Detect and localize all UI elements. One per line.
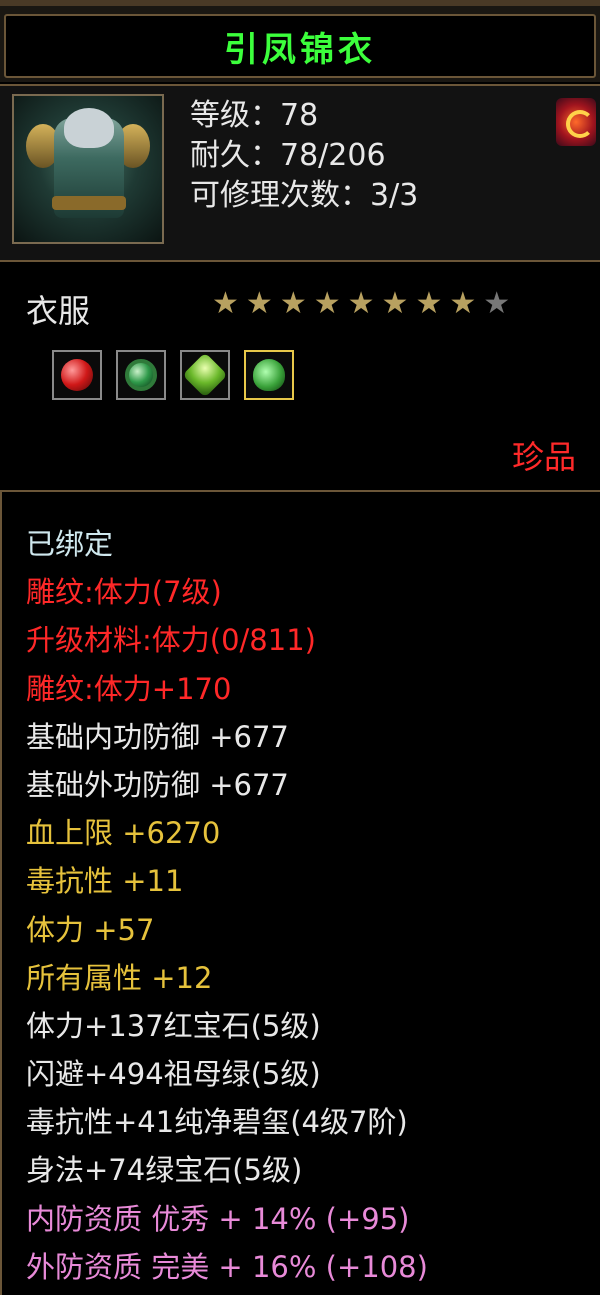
- attribute-list: 已绑定 雕纹:体力(7级) 升级材料:体力(0/811) 雕纹:体力+170 基…: [26, 520, 428, 1291]
- hp-max-bonus: 血上限 +6270: [26, 816, 221, 851]
- upgrade-material: 升级材料:体力(0/811): [26, 623, 316, 658]
- star-filled-icon: ★: [245, 286, 273, 321]
- red-gem-icon[interactable]: [52, 350, 102, 400]
- gem-ruby-line: 体力+137红宝石(5级): [26, 1008, 321, 1043]
- star-filled-icon: ★: [449, 286, 477, 321]
- base-outer-defense: 基础外功防御 +677: [26, 767, 289, 802]
- star-filled-icon: ★: [313, 286, 341, 321]
- star-filled-icon: ★: [415, 286, 443, 321]
- green-gem-icon[interactable]: [180, 350, 230, 400]
- all-attributes-bonus: 所有属性 +12: [26, 960, 213, 995]
- stamina-bonus: 体力 +57: [26, 912, 155, 947]
- armor-collar-shape: [64, 108, 114, 148]
- emerald-gem-icon[interactable]: [244, 350, 294, 400]
- gem-emerald-line: 闪避+494祖母绿(5级): [26, 1057, 321, 1092]
- item-stats: 等级：78 耐久：78/206 可修理次数：3/3: [190, 96, 418, 216]
- item-name: 引凤锦衣: [224, 30, 376, 70]
- star-filled-icon: ★: [212, 286, 239, 321]
- gem-sockets: [52, 350, 294, 400]
- item-durability: 耐久：78/206: [190, 138, 386, 173]
- star-filled-icon: ★: [279, 286, 307, 321]
- bound-status: 已绑定: [26, 527, 114, 561]
- item-level: 等级：78: [190, 98, 319, 133]
- gem-green-line: 身法+74绿宝石(5级): [26, 1153, 303, 1188]
- star-filled-icon: ★: [381, 286, 409, 321]
- inner-defense-quality: 内防资质 优秀 + 14% (+95): [26, 1201, 410, 1236]
- item-repair-count: 可修理次数：3/3: [190, 178, 419, 213]
- jade-ring-gem-icon[interactable]: [116, 350, 166, 400]
- star-filled-icon: ★: [347, 286, 375, 321]
- star-empty-icon: ★: [483, 286, 511, 321]
- outer-defense-quality: 外防资质 完美 + 16% (+108): [26, 1249, 428, 1284]
- armor-item-icon: [12, 94, 164, 244]
- armor-belt-shape: [52, 196, 126, 210]
- base-inner-defense: 基础内功防御 +677: [26, 719, 289, 754]
- flame-emblem-icon: [556, 98, 596, 146]
- item-type: 衣服: [26, 292, 91, 330]
- rarity-label: 珍品: [511, 438, 576, 476]
- carve-bonus: 雕纹:体力+170: [26, 671, 232, 706]
- gem-jade-line: 毒抗性+41纯净碧玺(4级7阶): [26, 1105, 408, 1140]
- poison-resist-bonus: 毒抗性 +11: [26, 864, 184, 899]
- carve-level: 雕纹:体力(7级): [26, 575, 222, 610]
- enhancement-stars: ★ ★ ★ ★ ★ ★ ★ ★ ★: [212, 286, 510, 322]
